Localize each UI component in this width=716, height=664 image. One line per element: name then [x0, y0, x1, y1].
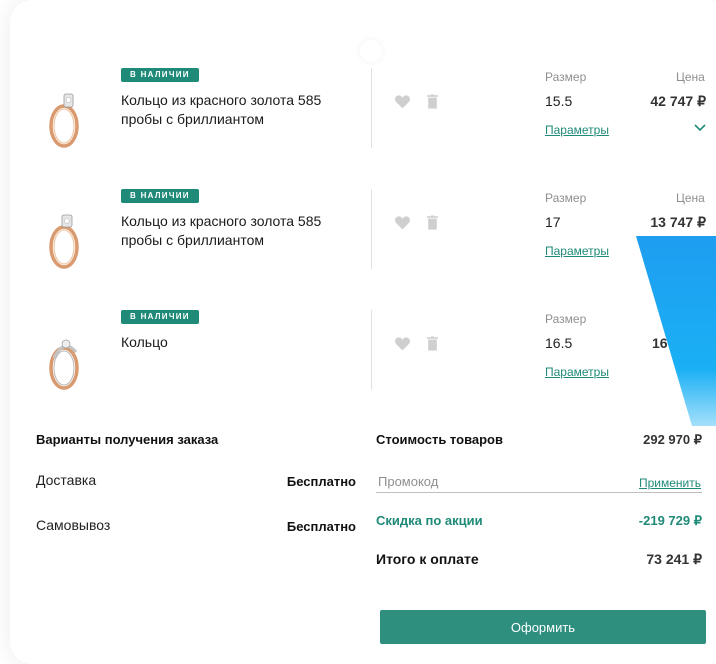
trash-icon[interactable] — [427, 336, 438, 351]
product-name[interactable]: Кольцо — [121, 333, 341, 352]
trash-icon[interactable] — [427, 215, 438, 230]
promo-input[interactable] — [376, 470, 640, 493]
params-link[interactable]: Параметры — [545, 365, 609, 379]
heart-icon[interactable] — [394, 215, 411, 230]
delivery-option-value: Бесплатно — [286, 474, 356, 489]
divider — [371, 68, 372, 148]
params-link[interactable]: Параметры — [545, 244, 609, 258]
cart-item: в наличии Кольцо из красного золота 585 … — [0, 68, 716, 178]
ring-image — [49, 339, 79, 390]
params-link[interactable]: Параметры — [545, 123, 609, 137]
product-name[interactable]: Кольцо из красного золота 585 пробы с бр… — [121, 212, 341, 250]
ring-image — [49, 214, 79, 269]
discount-value: -219 729 ₽ — [638, 513, 702, 528]
price-value: 13 747 ₽ — [650, 214, 706, 230]
cart-item: в наличии Кольцо из красного золота 585 … — [0, 189, 716, 299]
pickup-option-value: Бесплатно — [286, 519, 356, 534]
trash-icon[interactable] — [427, 94, 438, 109]
size-label: Размер — [545, 191, 587, 205]
availability-badge: в наличии — [121, 310, 199, 324]
price-value: 42 747 ₽ — [650, 93, 706, 109]
price-label: Цена — [676, 191, 705, 205]
delivery-title: Варианты получения заказа — [36, 432, 219, 447]
promo-underline — [636, 492, 702, 493]
chevron-down-icon[interactable] — [694, 124, 706, 132]
availability-badge: в наличии — [121, 68, 199, 82]
total-value: 73 241 ₽ — [646, 551, 702, 567]
size-value[interactable]: 16.5 — [545, 335, 572, 351]
price-label: Цена — [676, 70, 705, 84]
discount-label: Скидка по акции — [376, 513, 483, 528]
goods-cost-label: Стоимость товаров — [376, 432, 503, 447]
heart-icon[interactable] — [394, 94, 411, 109]
heart-icon[interactable] — [394, 336, 411, 351]
product-name[interactable]: Кольцо из красного золота 585 пробы с бр… — [121, 91, 341, 129]
total-label: Итого к оплате — [376, 551, 479, 567]
checkout-button[interactable]: Оформить — [380, 610, 706, 644]
delivery-option-label[interactable]: Доставка — [36, 472, 96, 488]
divider — [371, 310, 372, 390]
decor-circle — [360, 40, 382, 62]
apply-promo-link[interactable]: Применить — [639, 476, 701, 490]
size-value[interactable]: 15.5 — [545, 93, 572, 109]
goods-cost-value: 292 970 ₽ — [643, 432, 702, 447]
size-label: Размер — [545, 312, 587, 326]
size-label: Размер — [545, 70, 587, 84]
availability-badge: в наличии — [121, 189, 199, 203]
pickup-option-label[interactable]: Самовывоз — [36, 517, 110, 533]
ring-image — [49, 93, 79, 148]
cart-item: в наличии Кольцо Размер 16.5 16 7 Параме… — [0, 310, 716, 420]
divider — [371, 189, 372, 269]
size-value[interactable]: 17 — [545, 214, 561, 230]
